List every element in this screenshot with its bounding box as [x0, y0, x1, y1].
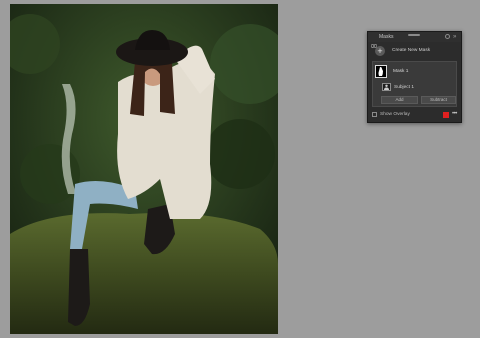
mask-name: Mask 1: [393, 69, 409, 74]
add-button[interactable]: Add: [381, 96, 418, 104]
subtract-button[interactable]: Subtract: [421, 96, 456, 104]
plus-icon: +: [375, 46, 385, 56]
more-options-icon[interactable]: •••: [452, 110, 457, 118]
photo-image[interactable]: [10, 4, 278, 334]
subject-person-icon[interactable]: [382, 83, 391, 91]
subject-label: Subject 1: [394, 85, 415, 90]
show-overlay-row: Show Overlay •••: [370, 110, 459, 120]
mask-thumbnail: [375, 65, 387, 78]
panel-header: Masks »: [368, 32, 461, 49]
subtract-label: Subtract: [430, 97, 447, 102]
collapse-icon[interactable]: »: [453, 33, 456, 41]
eye-icon[interactable]: [370, 35, 378, 49]
show-overlay-checkbox[interactable]: [372, 112, 377, 117]
create-new-mask-button[interactable]: + Create New Mask: [370, 44, 459, 59]
overlay-color-swatch[interactable]: [443, 112, 449, 118]
mask-item[interactable]: Mask 1 Subject 1 Add Subtract: [372, 61, 457, 107]
help-icon[interactable]: [445, 34, 450, 39]
show-overlay-label: Show Overlay: [380, 112, 410, 117]
drag-handle[interactable]: [408, 34, 420, 36]
create-new-mask-label: Create New Mask: [392, 48, 431, 53]
photo-artwork: [10, 4, 278, 334]
panel-title: Masks: [379, 34, 394, 40]
add-label: Add: [395, 97, 404, 102]
masks-panel: Masks » + Create New Mask Mask 1 Subject…: [367, 31, 462, 123]
